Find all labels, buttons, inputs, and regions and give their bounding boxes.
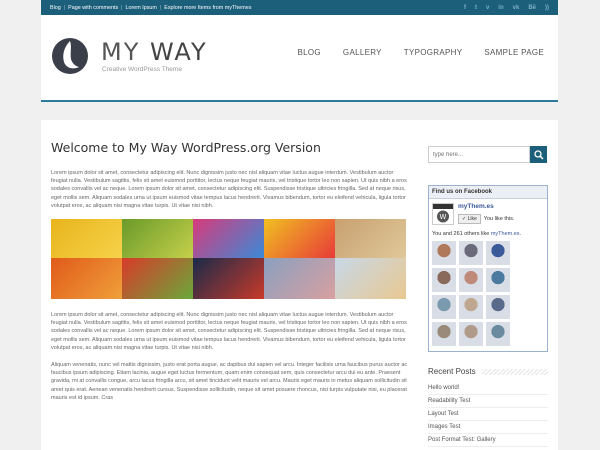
rss-icon[interactable]: )) — [545, 5, 549, 11]
gallery-thumbnail[interactable] — [264, 219, 335, 259]
nav-sample-page[interactable]: SAMPLE PAGE — [484, 48, 544, 57]
facebook-page-name[interactable]: myThem.es — [458, 203, 514, 210]
recent-posts-heading: Recent Posts — [428, 367, 548, 376]
social-icons: f t v in vk Bē )) — [464, 5, 549, 11]
gallery-thumbnail[interactable] — [264, 258, 335, 300]
sidebar: Find us on Facebook W myThem.es ✓ Like Y… — [428, 146, 548, 447]
post-paragraph: Lorem ipsum dolor sit amet, consectetur … — [51, 312, 407, 351]
recent-post-link[interactable]: Readability Test — [428, 395, 548, 408]
search-form — [428, 146, 548, 163]
facebook-like-status: You like this. — [483, 216, 515, 222]
gallery-thumbnail[interactable] — [335, 219, 406, 259]
recent-post-link[interactable]: Hello world! — [428, 382, 548, 395]
top-bar: Blog | Page with comments | Lorem Ipsum … — [41, 0, 558, 15]
facebook-fan-avatar[interactable] — [459, 241, 483, 265]
post-paragraph: Aliquam venenatis, nunc vel mattis digni… — [51, 362, 408, 401]
search-button[interactable] — [530, 146, 547, 163]
svg-text:W: W — [440, 213, 447, 221]
vimeo-icon[interactable]: v — [486, 5, 489, 11]
gallery-thumbnail[interactable] — [193, 219, 264, 259]
post-paragraph: Lorem ipsum dolor sit amet, consectetur … — [51, 170, 407, 209]
facebook-page: W myThem.es ✓ Like You like this. — [429, 199, 547, 229]
gallery-thumbnail[interactable] — [122, 219, 193, 259]
recent-post-link[interactable]: Images Test — [428, 421, 548, 434]
nav-blog[interactable]: BLOG — [297, 48, 320, 57]
post-title[interactable]: Welcome to My Way WordPress.org Version — [51, 140, 408, 155]
image-gallery — [51, 219, 408, 300]
gallery-thumbnail[interactable] — [122, 258, 193, 300]
facebook-like-count: You and 261 others like myThem.es. — [432, 231, 522, 237]
facebook-fan-avatar[interactable] — [459, 322, 483, 346]
facebook-faces — [429, 241, 547, 346]
twitter-icon[interactable]: t — [475, 5, 477, 11]
top-nav-link-lorem-ipsum[interactable]: Lorem Ipsum — [125, 5, 156, 11]
top-nav: Blog | Page with comments | Lorem Ipsum … — [50, 4, 252, 11]
behance-icon[interactable]: Bē — [528, 5, 536, 11]
top-nav-link-explore[interactable]: Explore more Items from myThemes — [164, 5, 251, 11]
facebook-fan-avatar[interactable] — [486, 268, 510, 292]
recent-post-link[interactable]: Layout Test — [428, 408, 548, 421]
nav-gallery[interactable]: GALLERY — [343, 48, 382, 57]
facebook-widget: Find us on Facebook W myThem.es ✓ Like Y… — [428, 185, 548, 352]
gallery-thumbnail[interactable] — [193, 258, 264, 300]
site-header: MY WAY Creative WordPress Theme BLOG GAL… — [41, 15, 558, 102]
recent-posts-list: Hello world! Readability Test Layout Tes… — [428, 382, 548, 447]
linkedin-icon[interactable]: in — [498, 5, 503, 11]
logo-icon[interactable] — [51, 37, 89, 75]
top-nav-link-page-with-comments[interactable]: Page with comments — [68, 5, 118, 11]
wordpress-icon: W — [433, 204, 453, 223]
post: Welcome to My Way WordPress.org Version … — [51, 140, 408, 411]
gallery-thumbnail[interactable] — [51, 219, 122, 259]
facebook-count-link[interactable]: myThem.es — [491, 231, 520, 237]
site-title[interactable]: MY WAY — [101, 40, 208, 64]
facebook-fan-avatar[interactable] — [432, 268, 456, 292]
facebook-like-button[interactable]: ✓ Like — [458, 214, 481, 224]
search-icon — [533, 149, 544, 160]
vk-icon[interactable]: vk — [513, 5, 520, 11]
facebook-fan-avatar[interactable] — [432, 241, 456, 265]
facebook-icon[interactable]: f — [464, 5, 466, 11]
facebook-fan-avatar[interactable] — [432, 295, 456, 319]
recent-post-link[interactable]: Post Format Test: Gallery — [428, 434, 548, 447]
facebook-fan-avatar[interactable] — [486, 241, 510, 265]
gallery-thumbnail[interactable] — [51, 258, 122, 300]
facebook-fan-avatar[interactable] — [486, 322, 510, 346]
facebook-page-avatar[interactable]: W — [432, 203, 454, 225]
facebook-widget-title: Find us on Facebook — [429, 186, 547, 199]
main-nav: BLOG GALLERY TYPOGRAPHY SAMPLE PAGE — [275, 48, 544, 57]
facebook-fan-avatar[interactable] — [459, 295, 483, 319]
nav-typography[interactable]: TYPOGRAPHY — [404, 48, 463, 57]
facebook-fan-avatar[interactable] — [486, 295, 510, 319]
site-tagline: Creative WordPress Theme — [102, 66, 182, 73]
facebook-fan-avatar[interactable] — [432, 322, 456, 346]
facebook-fan-avatar[interactable] — [459, 268, 483, 292]
top-nav-link-blog[interactable]: Blog — [50, 5, 61, 11]
gallery-thumbnail[interactable] — [335, 258, 406, 300]
content-area: Welcome to My Way WordPress.org Version … — [41, 120, 558, 450]
search-input[interactable] — [428, 146, 530, 163]
